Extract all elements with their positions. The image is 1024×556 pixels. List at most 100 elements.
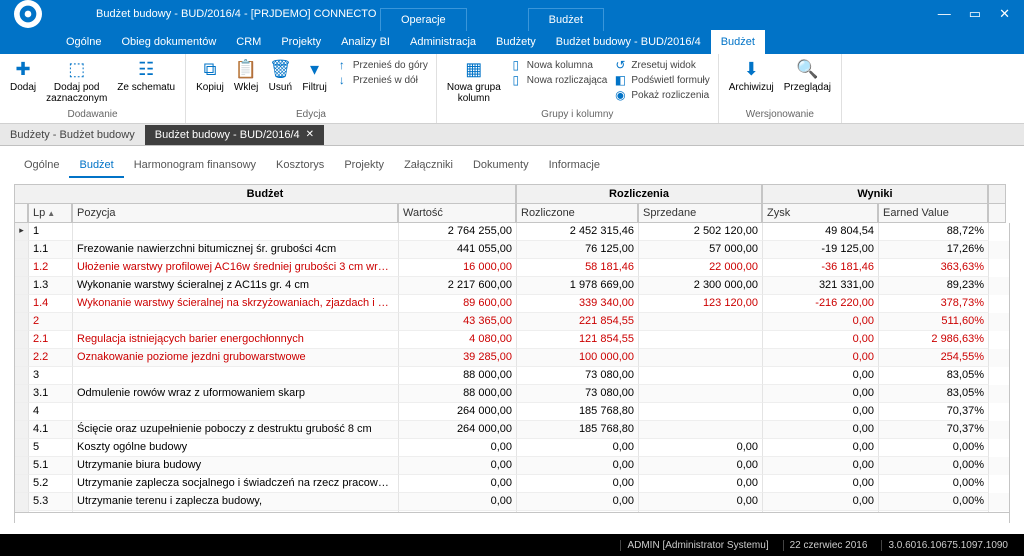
ribbon-tab-budzety[interactable]: Budżety — [486, 30, 546, 54]
app-logo — [14, 0, 42, 28]
table-row[interactable]: 5.3Utrzymanie terenu i zaplecza budowy,0… — [15, 493, 1009, 511]
tab-budzet[interactable]: Budżet — [69, 154, 123, 178]
table-row[interactable]: 243 365,00221 854,550,00511,60% — [15, 313, 1009, 331]
menu-crm[interactable]: CRM — [226, 30, 271, 54]
cell-ev: 70,37% — [879, 403, 989, 421]
nowa-rozliczajaca-button[interactable]: ▯Nowa rozliczająca — [509, 73, 608, 87]
cell-rozliczone: 58 181,46 — [517, 259, 639, 277]
pokaz-button[interactable]: ◉Pokaż rozliczenia — [613, 88, 709, 102]
context-tab-budzet[interactable]: Budżet — [528, 8, 604, 31]
col-sprzedane[interactable]: Sprzedane — [638, 204, 762, 223]
cell-rozliczone: 1 978 669,00 — [517, 277, 639, 295]
cell-rozliczone: 339 340,00 — [517, 295, 639, 313]
table-row[interactable]: 4264 000,00185 768,800,0070,37% — [15, 403, 1009, 421]
col-scroll — [988, 204, 1006, 223]
cell-zysk: -216 220,00 — [763, 295, 879, 313]
col-earned-value[interactable]: Earned Value — [878, 204, 988, 223]
table-row[interactable]: 5.2Utrzymanie zaplecza socjalnego i świa… — [15, 475, 1009, 493]
cell-pozycja: Regulacja istniejących barier energochło… — [73, 331, 399, 349]
table-row[interactable]: 4.1Ścięcie oraz uzupełnienie poboczy z d… — [15, 421, 1009, 439]
tab-informacje[interactable]: Informacje — [539, 154, 610, 178]
archiwizuj-button[interactable]: ⬇Archiwizuj — [725, 56, 778, 95]
tab-projekty[interactable]: Projekty — [334, 154, 394, 178]
cell-ev: 70,37% — [879, 421, 989, 439]
menu-analizy[interactable]: Analizy BI — [331, 30, 400, 54]
cell-pozycja: Utrzymanie zaplecza socjalnego i świadcz… — [73, 475, 399, 493]
wklej-button[interactable]: 📋Wklej — [230, 56, 262, 95]
przegladaj-button[interactable]: 🔍Przeglądaj — [780, 56, 835, 95]
col-wartosc[interactable]: Wartość — [398, 204, 516, 223]
minimize-icon[interactable]: — — [938, 6, 951, 22]
row-indicator — [15, 403, 29, 421]
table-row[interactable]: 1.3Wykonanie warstwy ścieralnej z AC11s … — [15, 277, 1009, 295]
cell-ev: 0,00% — [879, 439, 989, 457]
cell-sprzedane: 0,00 — [639, 457, 763, 475]
cell-rozliczone: 73 080,00 — [517, 367, 639, 385]
tab-dokumenty[interactable]: Dokumenty — [463, 154, 539, 178]
table-row[interactable]: 1.2Ułożenie warstwy profilowej AC16w śre… — [15, 259, 1009, 277]
tab-zalaczniki[interactable]: Załączniki — [394, 154, 463, 178]
zresetuj-button[interactable]: ↺Zresetuj widok — [613, 58, 709, 72]
dodaj-pod-button[interactable]: ⬚Dodaj pod zaznaczonym — [42, 56, 111, 106]
close-icon[interactable]: ✕ — [999, 6, 1010, 22]
doctab-budzet-budowy[interactable]: Budżet budowy - BUD/2016/4✕ — [145, 125, 324, 145]
nowa-kolumna-button[interactable]: ▯Nowa kolumna — [509, 58, 608, 72]
table-row[interactable]: 1.4Wykonanie warstwy ścieralnej na skrzy… — [15, 295, 1009, 313]
cell-sprzedane — [639, 385, 763, 403]
col-lp[interactable]: Lp▲ — [28, 204, 72, 223]
cell-rozliczone: 221 854,55 — [517, 313, 639, 331]
maximize-icon[interactable]: ▭ — [969, 6, 981, 22]
status-version: 3.0.6016.10675.1097.1090 — [881, 540, 1014, 551]
col-zysk[interactable]: Zysk — [762, 204, 878, 223]
close-tab-icon[interactable]: ✕ — [306, 129, 314, 140]
cell-lp: 5.1 — [29, 457, 73, 475]
table-row[interactable]: 1.1Frezowanie nawierzchni bitumicznej śr… — [15, 241, 1009, 259]
context-tab-strip: Operacje Budżet — [380, 5, 605, 31]
cell-lp: 1.1 — [29, 241, 73, 259]
menu-projekty[interactable]: Projekty — [271, 30, 331, 54]
grid-body[interactable]: ▸12 764 255,002 452 315,462 502 120,0049… — [14, 223, 1010, 513]
cell-wartosc: 2 764 255,00 — [399, 223, 517, 241]
doctab-budzety[interactable]: Budżety - Budżet budowy — [0, 125, 145, 145]
menu-admin[interactable]: Administracja — [400, 30, 486, 54]
przenies-dol-button[interactable]: ↓Przenieś w dół — [335, 73, 428, 87]
plus-tree-icon: ⬚ — [66, 58, 88, 80]
tab-ogolne[interactable]: Ogólne — [14, 154, 69, 178]
row-indicator — [15, 475, 29, 493]
cell-pozycja: Koszty ogólne budowy — [73, 439, 399, 457]
menu-obieg[interactable]: Obieg dokumentów — [111, 30, 226, 54]
table-row[interactable]: ▸12 764 255,002 452 315,462 502 120,0049… — [15, 223, 1009, 241]
kopiuj-button[interactable]: ⧉Kopiuj — [192, 56, 228, 95]
usun-button[interactable]: 🗑Usuń — [264, 56, 296, 95]
table-row[interactable]: 5.1Utrzymanie biura budowy0,000,000,000,… — [15, 457, 1009, 475]
nowa-grupa-button[interactable]: ▦Nowa grupa kolumn — [443, 56, 505, 106]
table-row[interactable]: 2.2Oznakowanie poziome jezdni grubowarst… — [15, 349, 1009, 367]
podswietl-button[interactable]: ◧Podświetl formuły — [613, 73, 709, 87]
col-pozycja[interactable]: Pozycja — [72, 204, 398, 223]
tab-kosztorys[interactable]: Kosztorys — [266, 154, 334, 178]
cell-ev: 83,05% — [879, 385, 989, 403]
col-rozliczone[interactable]: Rozliczone — [516, 204, 638, 223]
table-row[interactable]: 5Koszty ogólne budowy0,000,000,000,000,0… — [15, 439, 1009, 457]
context-tab-operacje[interactable]: Operacje — [380, 8, 467, 31]
dodaj-button[interactable]: ✚Dodaj — [6, 56, 40, 95]
cell-ev: 0,00% — [879, 457, 989, 475]
cell-lp: 4 — [29, 403, 73, 421]
ribbon-tab-budzet-budowy[interactable]: Budżet budowy - BUD/2016/4 — [546, 30, 711, 54]
cell-ev: 378,73% — [879, 295, 989, 313]
tab-harmonogram[interactable]: Harmonogram finansowy — [124, 154, 266, 178]
przenies-gora-button[interactable]: ↑Przenieś do góry — [335, 58, 428, 72]
table-row[interactable]: 3.1Odmulenie rowów wraz z uformowaniem s… — [15, 385, 1009, 403]
cell-rozliczone: 0,00 — [517, 439, 639, 457]
cell-ev: 88,72% — [879, 223, 989, 241]
ribbon-tab-budzet[interactable]: Budżet — [711, 30, 765, 54]
cell-pozycja: Odmulenie rowów wraz z uformowaniem skar… — [73, 385, 399, 403]
ze-schematu-button[interactable]: ☷Ze schematu — [113, 56, 179, 95]
table-row[interactable]: 388 000,0073 080,000,0083,05% — [15, 367, 1009, 385]
cell-lp: 2 — [29, 313, 73, 331]
column-icon: ▯ — [509, 58, 523, 72]
filtruj-button[interactable]: ▾Filtruj — [298, 56, 330, 95]
cell-pozycja: Ułożenie warstwy profilowej AC16w średni… — [73, 259, 399, 277]
table-row[interactable]: 2.1Regulacja istniejących barier energoc… — [15, 331, 1009, 349]
menu-ogolne[interactable]: Ogólne — [56, 30, 111, 54]
